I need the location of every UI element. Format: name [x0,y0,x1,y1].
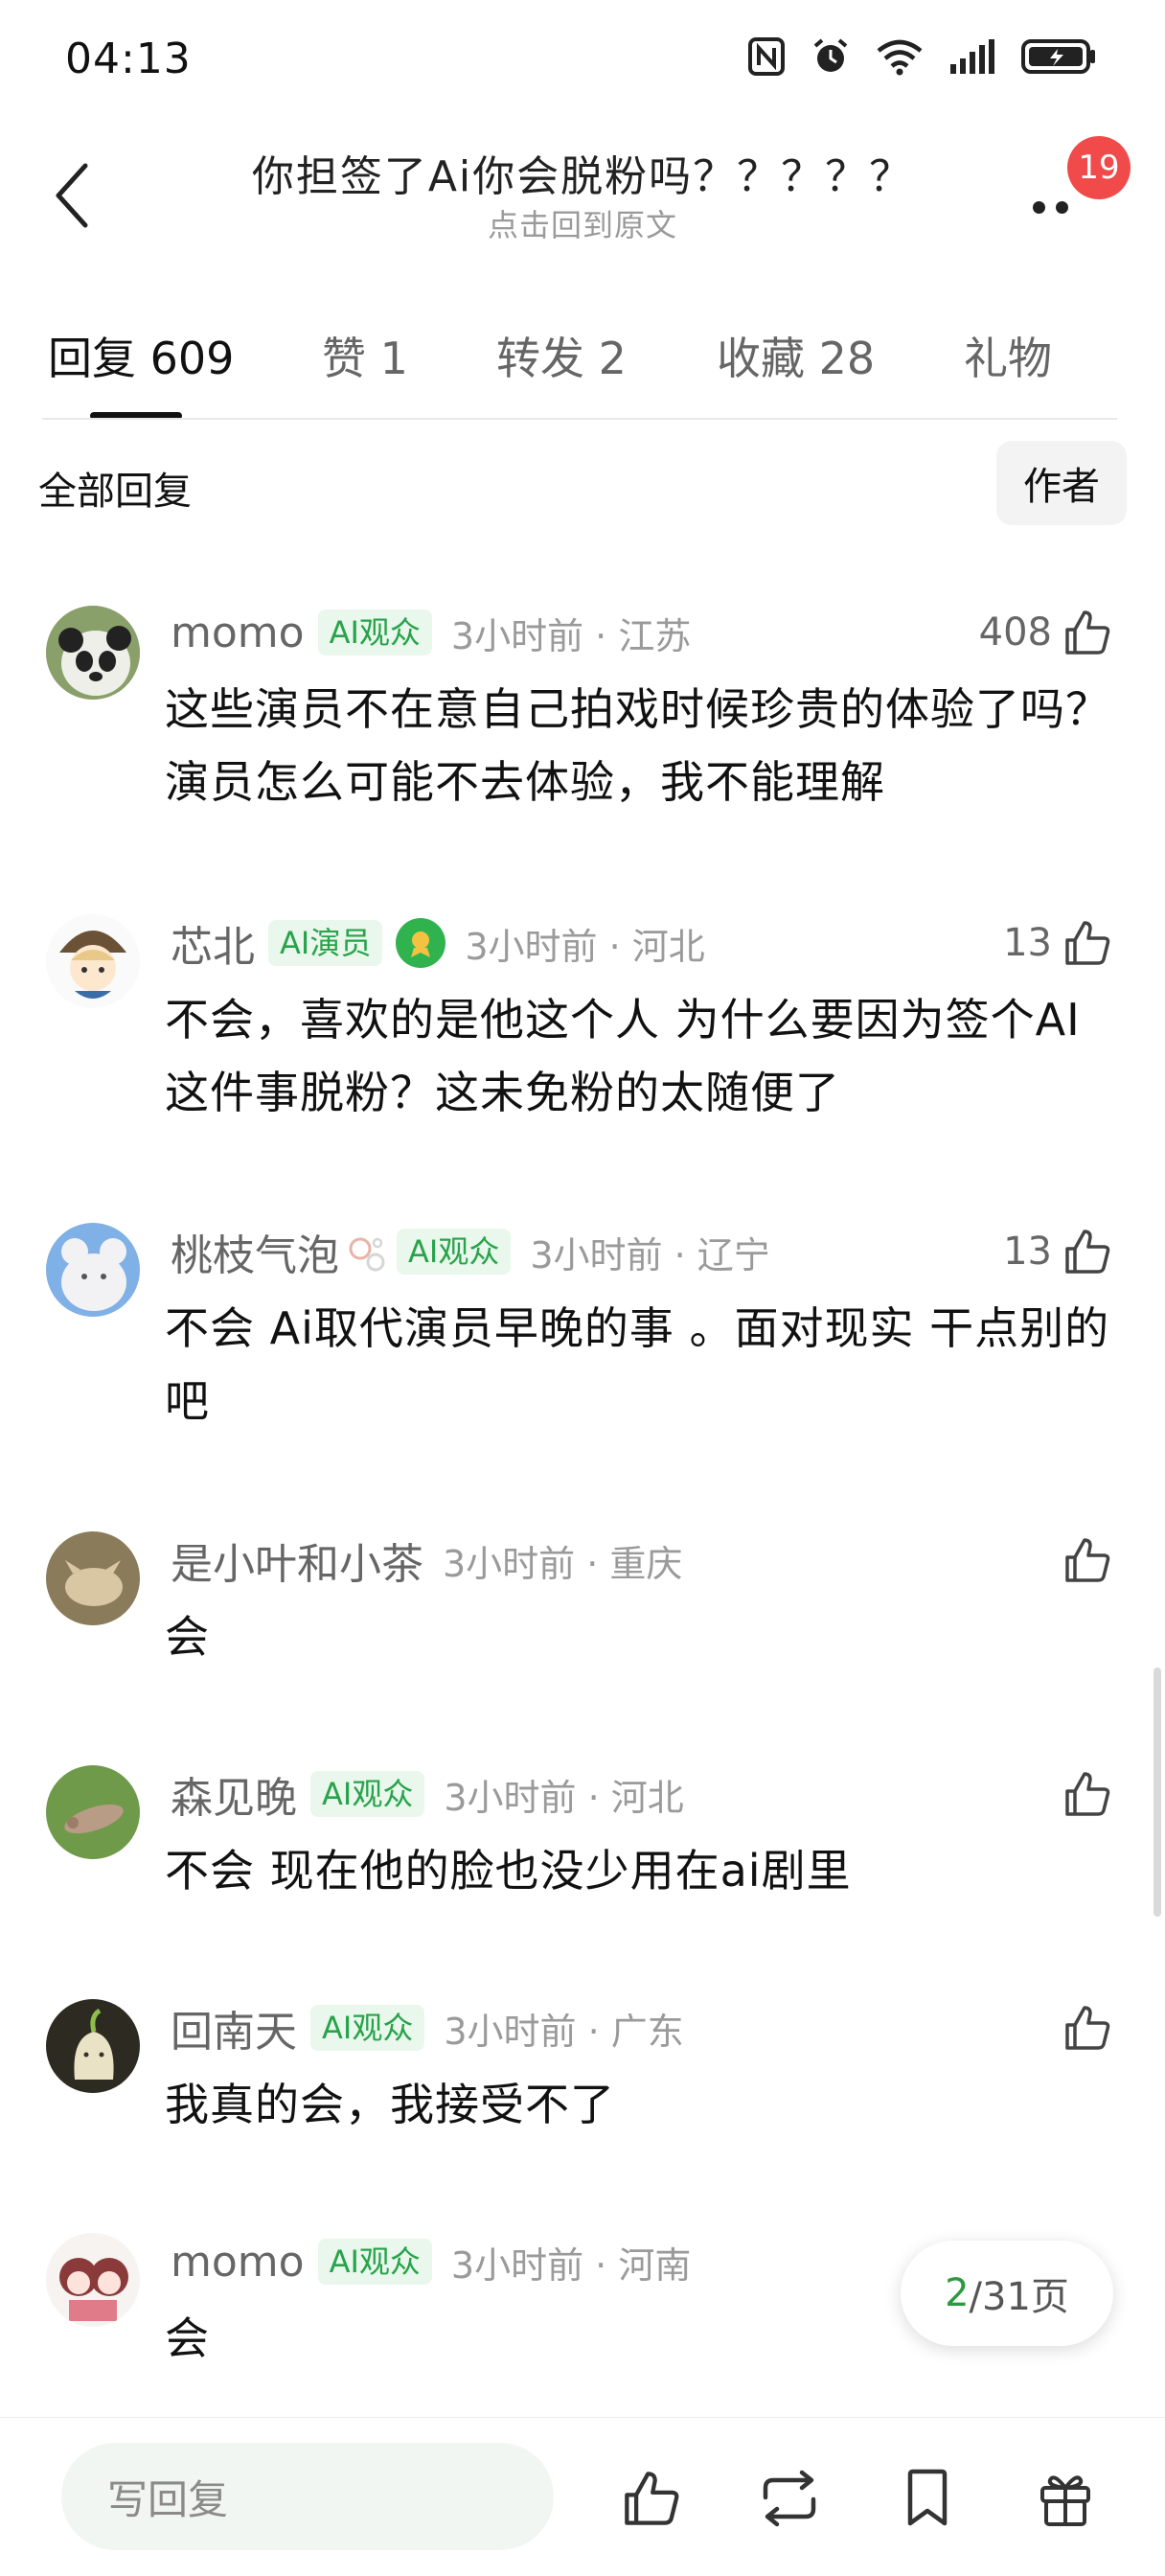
timestamp-location: 3小时前 · 河北 [465,925,705,968]
thumbs-up-icon [1065,610,1110,655]
comment-meta: 回南天 AI观众 3小时前 · 广东 [171,1999,684,2057]
comment-item[interactable]: momo AI观众 3小时前 · 江苏 408 这些演员不在意自己拍戏时候珍贵的… [0,604,1165,824]
page-indicator[interactable]: 2 /31页 [901,2241,1113,2346]
gift-button[interactable] [1027,2460,1104,2537]
status-time: 04:13 [65,34,192,83]
avatar[interactable] [46,1531,140,1625]
username[interactable]: 回南天 [171,1997,297,2058]
signal-icon [950,39,994,74]
post-title[interactable]: 你担签了Ai你会脱粉吗？？？？？ [0,142,1165,203]
gift-icon [1040,2475,1090,2526]
comment-item[interactable]: 芯北 AI演员 3小时前 · 河北 13 不会，喜欢的是他这个人 为什么要因为签… [0,914,1165,1135]
battery-icon [1021,39,1095,74]
thumbs-up-icon [1065,1772,1110,1816]
timestamp-location: 3小时前 · 广东 [444,2010,684,2053]
avatar[interactable] [46,1765,140,1859]
thumbs-up-icon [625,2472,679,2525]
tab-bar: 回复 609 赞 1 转发 2 收藏 28 礼物 [0,316,1165,422]
comment-meta: 芯北 AI演员 3小时前 · 河北 [171,914,705,972]
nfc-icon [748,37,785,76]
user-tag: AI观众 [397,1229,512,1275]
comment-text: 不会 现在他的脸也没少用在ai剧里 [165,1845,852,1897]
comment-meta: momo AI观众 3小时前 · 河南 [171,2233,691,2290]
comment-text: 会 [165,1611,210,1663]
bookmark-button[interactable] [889,2460,966,2537]
comment-item[interactable]: 森见晚 AI观众 3小时前 · 河北 不会 现在他的脸也没少用在ai剧里 [0,1765,1165,1919]
comment-text: 我真的会，我接受不了 [165,2079,615,2130]
wifi-icon [877,39,923,76]
tab-favorites[interactable]: 收藏 28 [717,324,875,387]
avatar[interactable] [46,914,140,1008]
repost-icon [763,2470,816,2527]
bookmark-icon [907,2469,948,2526]
comment-meta: momo AI观众 3小时前 · 江苏 [171,604,691,661]
tab-replies[interactable]: 回复 609 [48,324,234,387]
comment-meta: 森见晚 AI观众 3小时前 · 河北 [171,1765,684,1823]
status-bar: 04:13 [0,0,1165,115]
username[interactable]: momo [171,2238,305,2287]
username[interactable]: momo [171,609,305,657]
alarm-icon [813,38,848,72]
scrollbar[interactable] [1154,1668,1161,1917]
like-count: 13 [1003,921,1052,965]
timestamp-location: 3小时前 · 重庆 [443,1542,683,1585]
status-icons [747,36,1098,77]
user-tag: AI演员 [268,920,383,966]
bubble-icon [347,1233,385,1272]
like-button[interactable]: 13 [1003,1223,1113,1280]
all-replies-label[interactable]: 全部回复 [38,460,192,516]
timestamp-location: 3小时前 · 河南 [450,2243,692,2287]
username[interactable]: 桃枝气泡 [171,1221,339,1282]
bottom-bar: 写回复 [0,2417,1165,2576]
comment-item[interactable]: 回南天 AI观众 3小时前 · 广东 我真的会，我接受不了 [0,1999,1165,2152]
like-button[interactable]: 13 [1003,914,1113,972]
like-count: 408 [978,610,1052,655]
comment-text: 这些演员不在意自己拍戏时候珍贵的体验了吗？演员怎么可能不去体验，我不能理解 [165,683,1110,808]
like-button[interactable] [1062,1765,1113,1823]
top-nav: 你担签了Ai你会脱粉吗？？？？？ 点击回到原文 [0,125,1165,268]
author-filter-button[interactable]: 作者 [996,441,1127,525]
thumbs-up-icon [1065,2006,1110,2050]
reply-input[interactable]: 写回复 [61,2443,554,2550]
tab-reposts[interactable]: 转发 2 [496,324,627,387]
like-count: 13 [1003,1230,1052,1274]
thumbs-up-icon [1065,1230,1110,1274]
current-page: 2 [945,2271,970,2315]
avatar[interactable] [46,606,140,700]
avatar[interactable] [46,1999,140,2093]
repost-button[interactable] [751,2460,828,2537]
user-tag: AI观众 [317,610,432,656]
comment-meta: 是小叶和小茶 3小时前 · 重庆 [171,1531,682,1589]
thumbs-up-icon [1065,1538,1110,1582]
timestamp-location: 3小时前 · 河北 [444,1776,684,1819]
timestamp-location: 3小时前 · 江苏 [450,614,692,657]
divider [42,418,1117,420]
username[interactable]: 森见晚 [171,1763,297,1825]
medal-icon [396,918,446,968]
avatar[interactable] [46,1223,140,1317]
like-button[interactable] [1062,1999,1113,2057]
user-tag: AI观众 [310,2005,425,2051]
notification-badge: 19 [1067,136,1131,199]
avatar[interactable] [46,2233,140,2327]
back-to-original-link[interactable]: 点击回到原文 [0,201,1165,245]
like-button[interactable]: 408 [979,604,1113,661]
user-tag: AI观众 [317,2239,432,2285]
total-pages: /31页 [969,2275,1069,2319]
like-post-button[interactable] [613,2460,690,2537]
like-button[interactable] [1062,1531,1113,1589]
comment-text: 不会，喜欢的是他这个人 为什么要因为签个AI这件事脱粉？这未免粉的太随便了 [165,994,1081,1118]
thumbs-up-icon [1065,921,1110,965]
tab-likes[interactable]: 赞 1 [322,324,408,387]
comment-item[interactable]: 是小叶和小茶 3小时前 · 重庆 会 [0,1531,1165,1685]
tab-gifts[interactable]: 礼物 [964,324,1052,387]
comment-meta: 桃枝气泡 AI观众 3小时前 · 辽宁 [171,1223,770,1280]
username[interactable]: 芯北 [171,912,255,974]
comment-item[interactable]: 桃枝气泡 AI观众 3小时前 · 辽宁 13 不会 Ai取代演员早晚的事 。面对… [0,1223,1165,1443]
timestamp-location: 3小时前 · 辽宁 [530,1233,770,1276]
comment-text: 不会 Ai取代演员早晚的事 。面对现实 干点别的吧 [165,1302,1110,1427]
username[interactable]: 是小叶和小茶 [171,1530,423,1591]
user-tag: AI观众 [310,1771,425,1817]
